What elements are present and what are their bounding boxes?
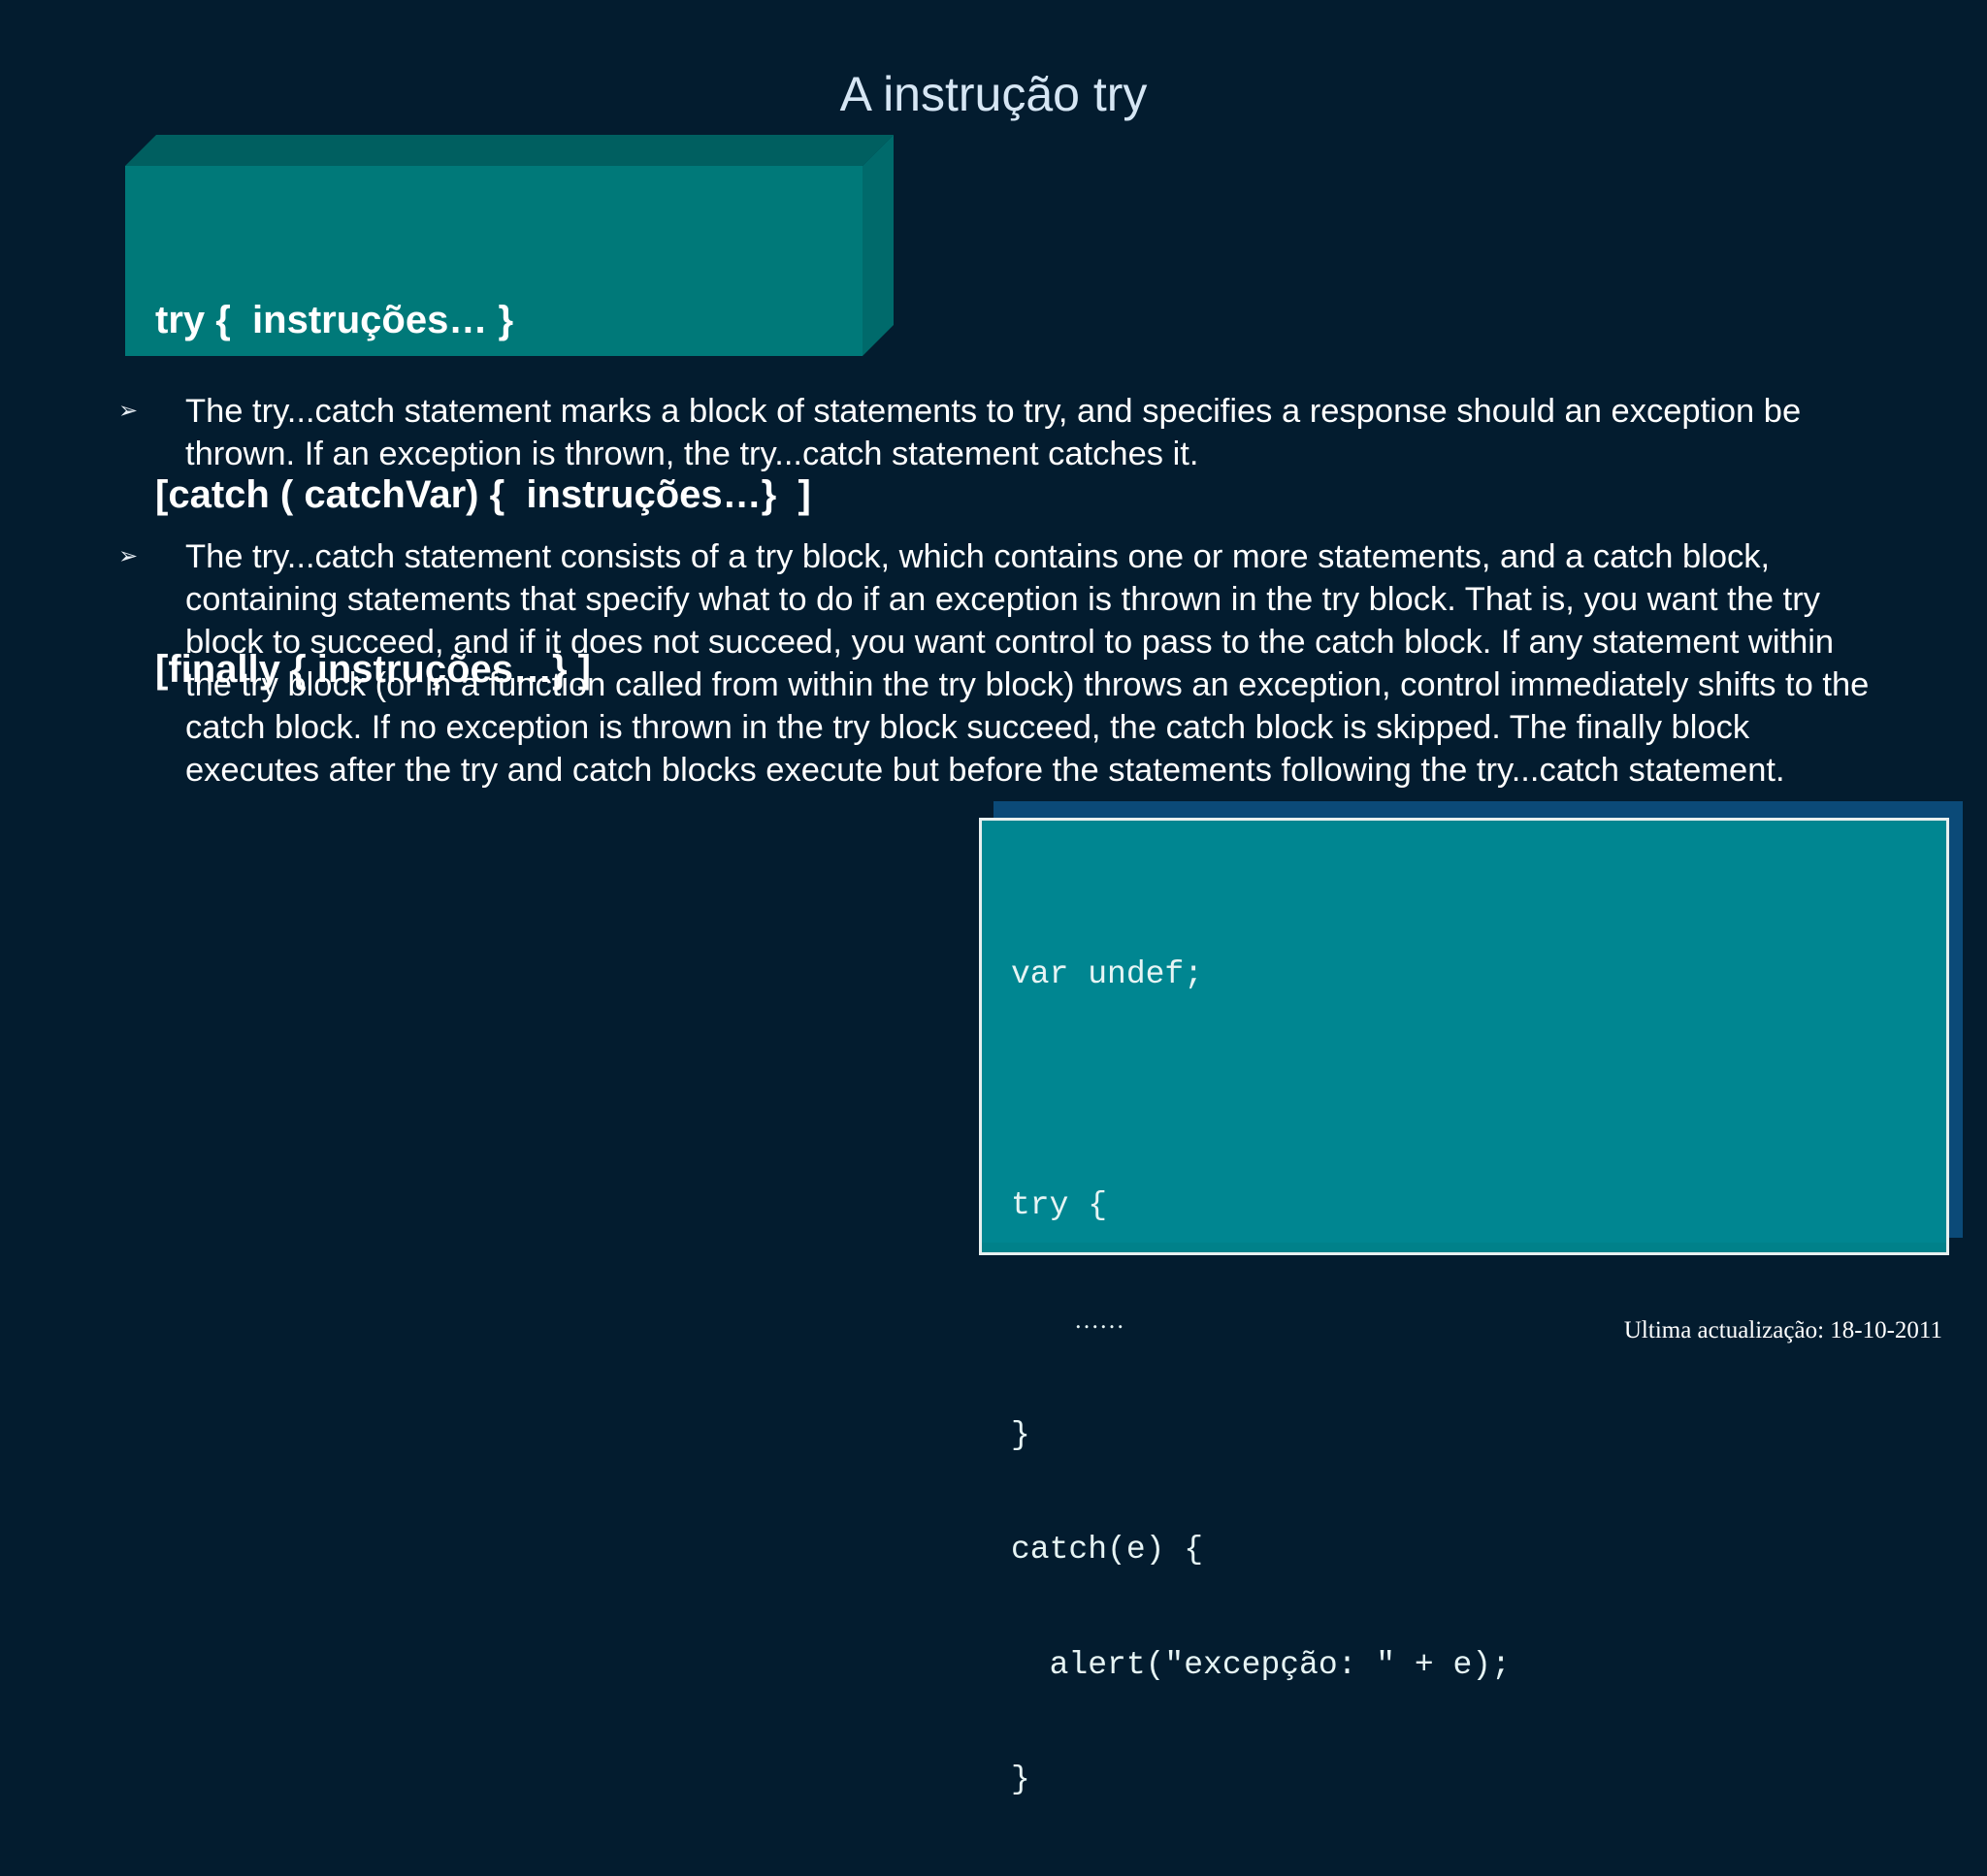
code-line: var undef; (1011, 956, 1204, 992)
code-line: alert("excepção: " + e); (1011, 1646, 1511, 1683)
code-listing: var undef; try { …… } catch(e) { alert("… (1011, 879, 1511, 1876)
bullet-text: The try...catch statement consists of a … (185, 538, 1870, 789)
code-line: …… (1074, 1306, 1124, 1334)
arrow-bullet-icon: ➢ (118, 398, 139, 424)
code-line: catch(e) { (1011, 1532, 1204, 1568)
slide-title: A instrução try (839, 67, 1148, 121)
code-line: } (1011, 1762, 1030, 1797)
syntax-box-top-face (125, 135, 894, 166)
code-example-box: var undef; try { …… } catch(e) { alert("… (979, 818, 1949, 1797)
bullet-list: ➢ The try...catch statement marks a bloc… (116, 390, 1882, 852)
bullet-item: ➢ The try...catch statement consists of … (116, 535, 1882, 792)
syntax-line-try: try { instruções… } (155, 299, 514, 341)
code-line: try { (1011, 1186, 1108, 1223)
bullet-item: ➢ The try...catch statement marks a bloc… (116, 390, 1882, 475)
bullet-text: The try...catch statement marks a block … (185, 393, 1802, 472)
arrow-bullet-icon: ➢ (118, 543, 139, 569)
last-updated-footer: Ultima actualização: 18-10-2011 (1623, 1317, 1942, 1343)
code-line: } (1011, 1416, 1030, 1453)
syntax-box-side-face (863, 135, 894, 356)
